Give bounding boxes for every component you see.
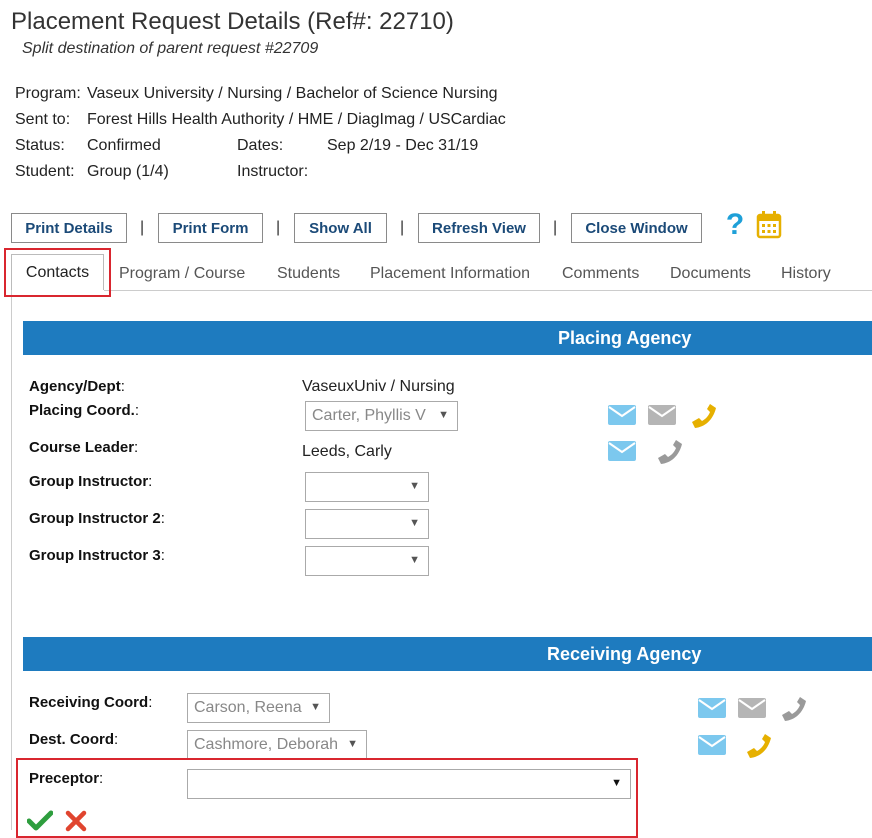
sent-to-label: Sent to:	[15, 111, 71, 128]
print-details-button[interactable]: Print Details	[11, 213, 127, 243]
chevron-down-icon: ▼	[310, 701, 321, 713]
refresh-view-button[interactable]: Refresh View	[418, 213, 540, 243]
placing-coord-label: Placing Coord.:	[29, 402, 140, 419]
receiving-coord-select[interactable]: Carson, Reena ▼	[187, 693, 330, 723]
toolbar-separator: |	[140, 219, 145, 236]
dates-value: Sep 2/19 - Dec 31/19	[327, 137, 479, 154]
tab-bar-underline	[104, 290, 872, 291]
group-instructor-select[interactable]: ▼	[305, 472, 429, 502]
agency-dept-label: Agency/Dept:	[29, 378, 125, 395]
placing-coord-select[interactable]: Carter, Phyllis V ▼	[305, 401, 458, 431]
contacts-tab-highlight	[4, 248, 111, 297]
program-label: Program:	[15, 85, 81, 102]
group-instructor-3-label: Group Instructor 3:	[29, 547, 165, 564]
program-value: Vaseux University / Nursing / Bachelor o…	[87, 85, 498, 102]
chevron-down-icon: ▼	[409, 554, 420, 566]
dest-coord-label: Dest. Coord:	[29, 731, 119, 748]
placing-agency-header: Placing Agency	[23, 321, 872, 355]
dates-label: Dates:	[237, 137, 284, 154]
dest-coord-select[interactable]: Cashmore, Deborah ▼	[187, 730, 367, 760]
page-subtitle: Split destination of parent request #227…	[22, 40, 319, 57]
group-instructor-label: Group Instructor:	[29, 473, 153, 490]
receiving-agency-header: Receiving Agency	[23, 637, 872, 671]
email-disabled-icon[interactable]	[648, 404, 676, 426]
instructor-label: Instructor:	[237, 163, 309, 180]
email-disabled-icon[interactable]	[738, 697, 766, 719]
email-icon[interactable]	[608, 404, 636, 426]
course-leader-value: Leeds, Carly	[302, 443, 392, 460]
page-title: Placement Request Details (Ref#: 22710)	[11, 8, 454, 35]
email-icon[interactable]	[608, 440, 636, 462]
content-left-border	[11, 290, 12, 830]
toolbar-separator: |	[400, 219, 405, 236]
chevron-down-icon: ▼	[438, 409, 449, 421]
group-instructor-3-select[interactable]: ▼	[305, 546, 429, 576]
email-icon[interactable]	[698, 697, 726, 719]
dest-coord-selected: Cashmore, Deborah	[194, 736, 339, 753]
phone-icon[interactable]	[745, 731, 775, 761]
tab-program-course[interactable]: Program / Course	[119, 265, 245, 283]
course-leader-label: Course Leader:	[29, 439, 139, 456]
svg-text:?: ?	[726, 208, 744, 240]
show-all-button[interactable]: Show All	[294, 213, 387, 243]
chevron-down-icon: ▼	[611, 777, 622, 789]
close-window-button[interactable]: Close Window	[571, 213, 702, 243]
preceptor-select[interactable]: ▼	[187, 769, 631, 799]
tab-documents[interactable]: Documents	[670, 265, 751, 283]
receiving-coord-selected: Carson, Reena	[194, 699, 302, 716]
toolbar-separator: |	[553, 219, 558, 236]
student-value: Group (1/4)	[87, 163, 169, 180]
phone-disabled-icon[interactable]	[656, 437, 686, 467]
placing-coord-selected: Carter, Phyllis V	[312, 407, 426, 424]
chevron-down-icon: ▼	[409, 480, 420, 492]
tab-comments[interactable]: Comments	[562, 265, 639, 283]
toolbar-separator: |	[276, 219, 281, 236]
sent-to-value: Forest Hills Health Authority / HME / Di…	[87, 111, 506, 128]
phone-icon[interactable]	[690, 401, 720, 431]
help-icon[interactable]: ?	[724, 208, 746, 240]
status-label: Status:	[15, 137, 65, 154]
preceptor-label: Preceptor:	[29, 770, 104, 787]
phone-disabled-icon[interactable]	[780, 694, 810, 724]
confirm-check-icon[interactable]	[27, 810, 53, 832]
status-value: Confirmed	[87, 137, 161, 154]
group-instructor-2-select[interactable]: ▼	[305, 509, 429, 539]
placing-agency-heading: Placing Agency	[558, 328, 692, 348]
receiving-coord-label: Receiving Coord:	[29, 694, 153, 711]
group-instructor-2-label: Group Instructor 2:	[29, 510, 165, 527]
chevron-down-icon: ▼	[347, 738, 358, 750]
tab-placement-information[interactable]: Placement Information	[370, 265, 530, 283]
agency-dept-value: VaseuxUniv / Nursing	[302, 378, 455, 395]
tab-history[interactable]: History	[781, 265, 831, 283]
tab-students[interactable]: Students	[277, 265, 340, 283]
cancel-x-icon[interactable]	[65, 810, 87, 832]
chevron-down-icon: ▼	[409, 517, 420, 529]
email-icon[interactable]	[698, 734, 726, 756]
receiving-agency-heading: Receiving Agency	[547, 644, 702, 664]
calendar-icon[interactable]	[755, 208, 783, 240]
student-label: Student:	[15, 163, 75, 180]
print-form-button[interactable]: Print Form	[158, 213, 263, 243]
